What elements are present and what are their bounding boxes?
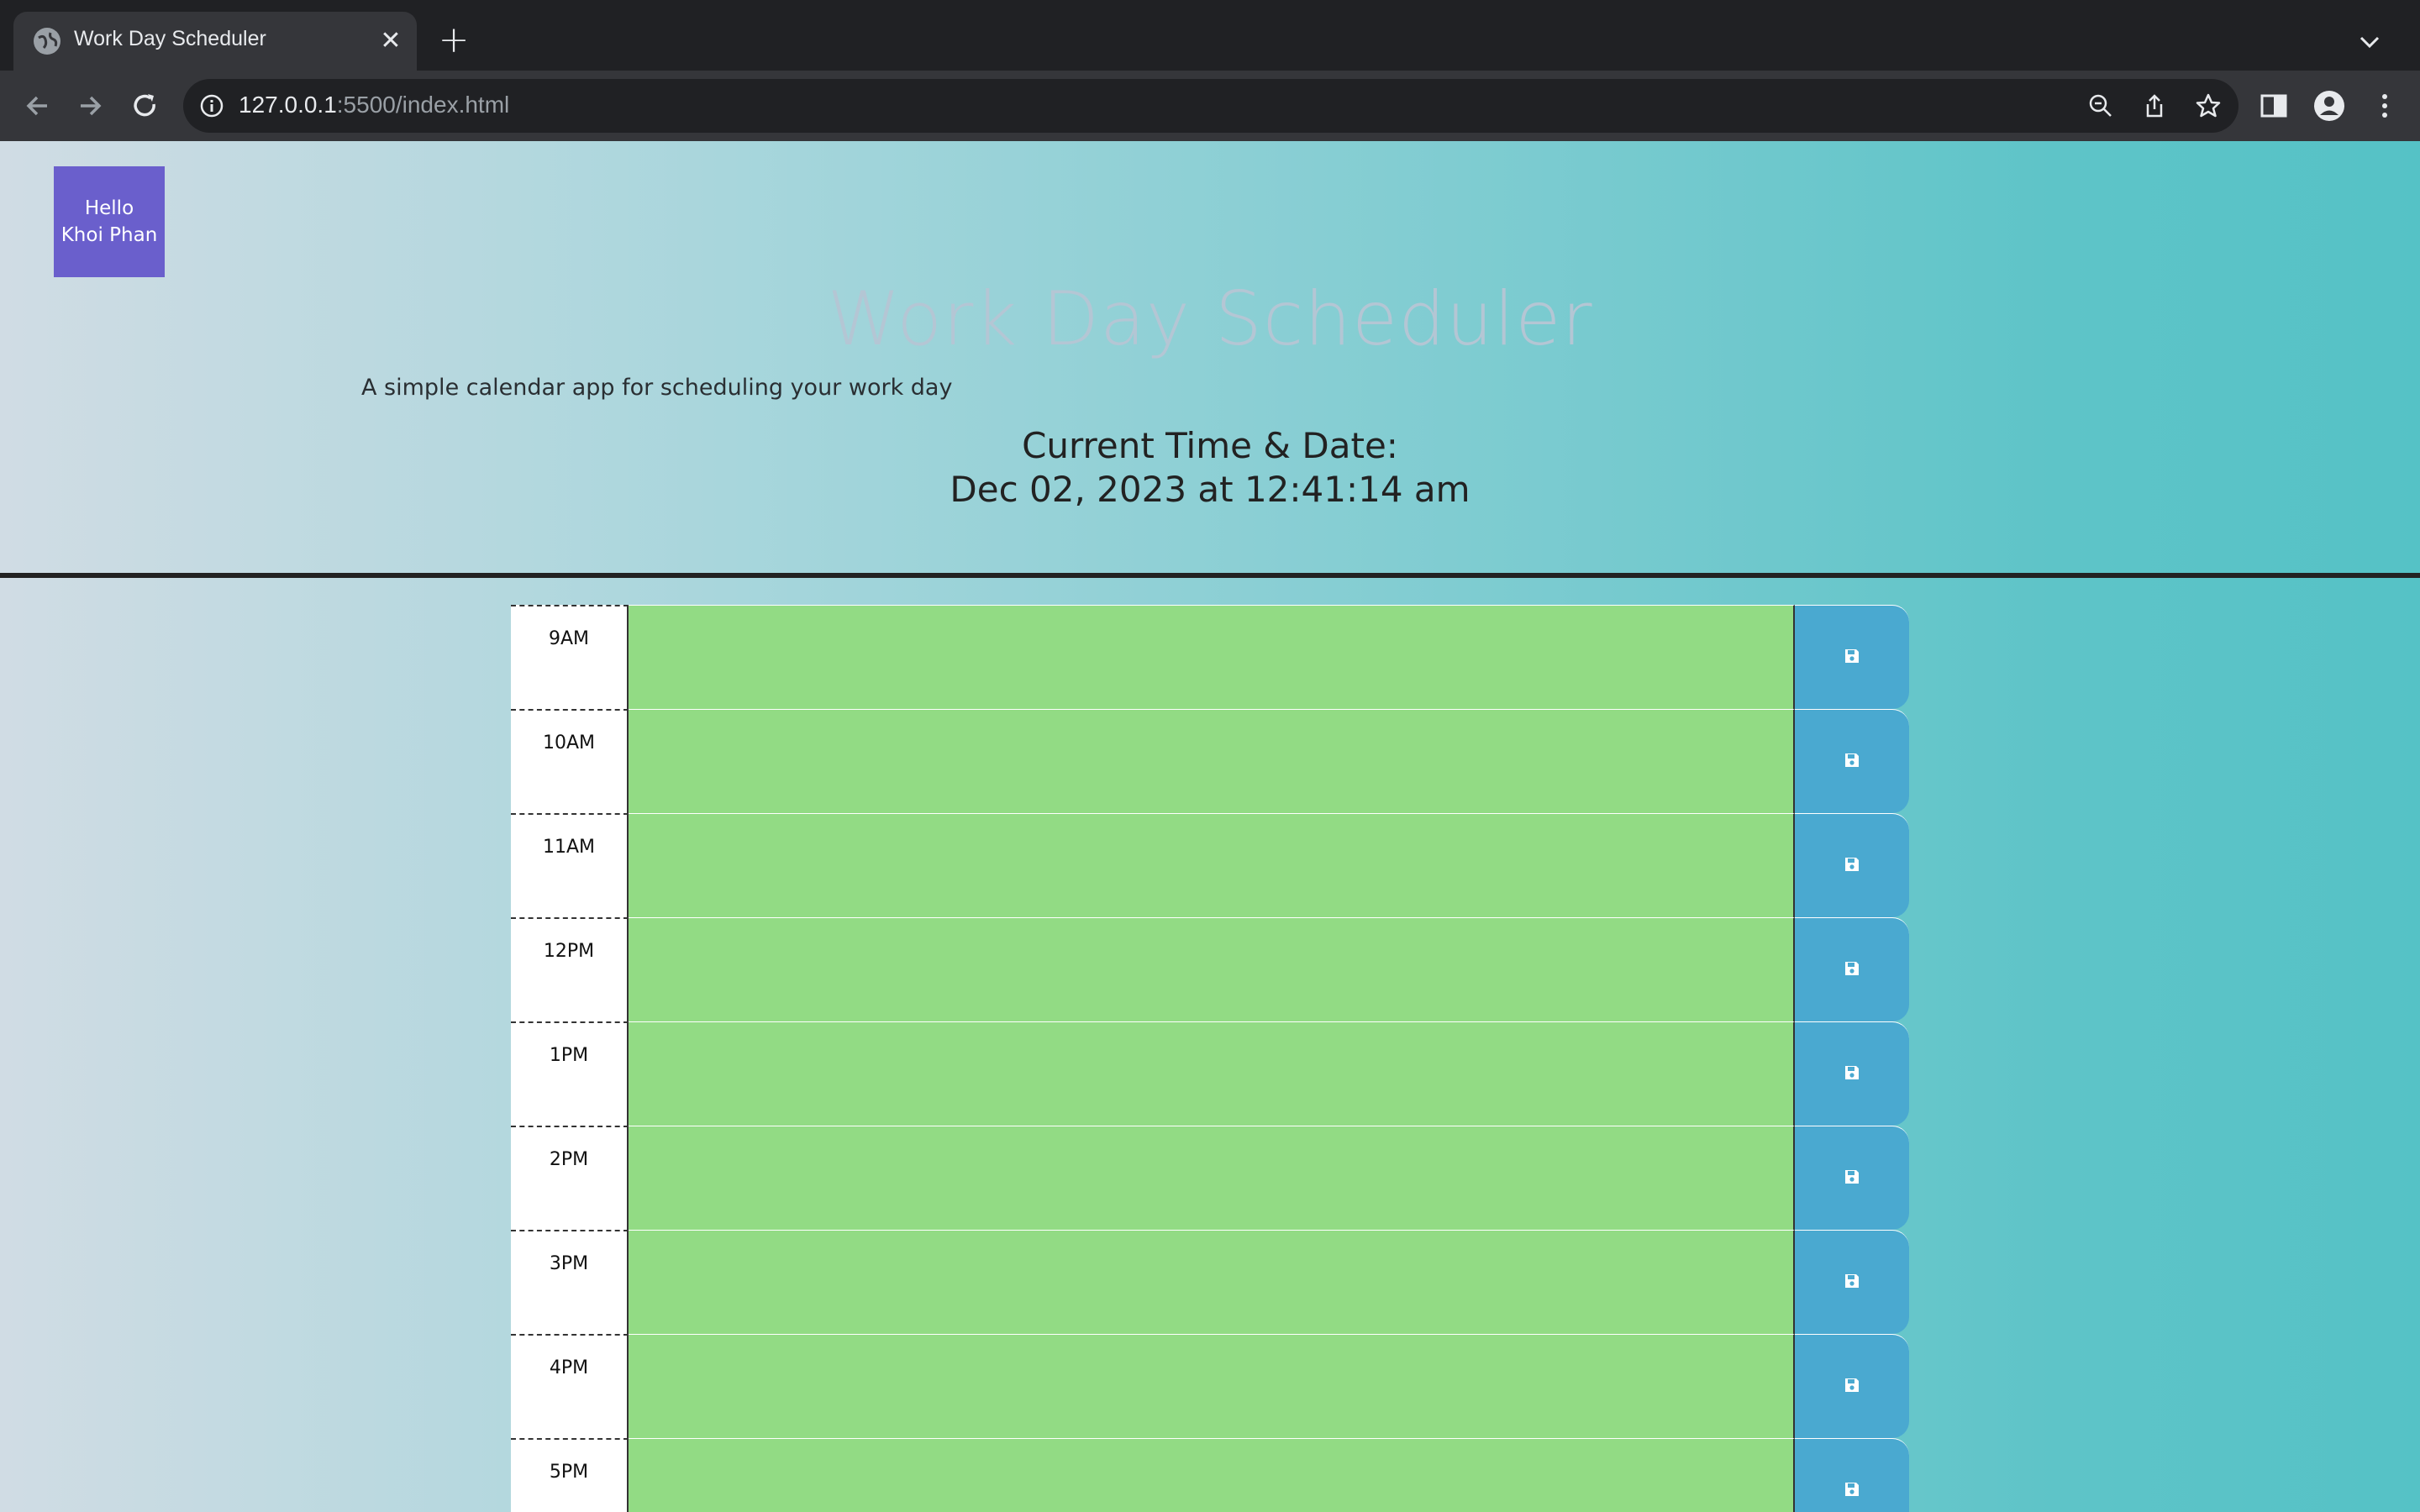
hour-label: 11AM	[511, 813, 629, 917]
event-description-textarea[interactable]	[629, 605, 1795, 709]
save-button[interactable]	[1795, 1438, 1909, 1512]
close-tab-icon[interactable]: ✕	[376, 27, 405, 55]
time-block-row: 1PM	[511, 1021, 1909, 1126]
save-button[interactable]	[1795, 605, 1909, 709]
save-button[interactable]	[1795, 1230, 1909, 1334]
event-description-textarea[interactable]	[629, 1438, 1795, 1512]
browser-toolbar: 127.0.0.1:5500/index.html	[0, 71, 2420, 141]
save-button[interactable]	[1795, 1334, 1909, 1438]
hour-label: 1PM	[511, 1021, 629, 1126]
hour-label: 5PM	[511, 1438, 629, 1512]
floppy-disk-icon	[1844, 1273, 1860, 1293]
time-block-row: 4PM	[511, 1334, 1909, 1438]
info-icon[interactable]	[198, 92, 225, 119]
chevron-down-icon[interactable]	[2353, 25, 2386, 59]
save-button[interactable]	[1795, 917, 1909, 1021]
event-description-textarea[interactable]	[629, 917, 1795, 1021]
time-block-row: 2PM	[511, 1126, 1909, 1230]
save-button[interactable]	[1795, 813, 1909, 917]
event-description-textarea[interactable]	[629, 1334, 1795, 1438]
floppy-disk-icon	[1844, 960, 1860, 980]
save-button[interactable]	[1795, 1021, 1909, 1126]
reload-icon[interactable]	[124, 86, 165, 126]
floppy-disk-icon	[1844, 1064, 1860, 1084]
floppy-disk-icon	[1844, 1377, 1860, 1397]
hour-label: 9AM	[511, 605, 629, 709]
time-block-row: 10AM	[511, 709, 1909, 813]
floppy-disk-icon	[1844, 1168, 1860, 1189]
bookmark-star-icon[interactable]	[2195, 92, 2222, 119]
hour-label: 3PM	[511, 1230, 629, 1334]
profile-avatar-icon[interactable]	[2312, 89, 2346, 123]
greeting-line-hello: Hello	[84, 197, 134, 219]
time-block-row: 12PM	[511, 917, 1909, 1021]
time-block-row: 5PM	[511, 1438, 1909, 1512]
schedule-container: 9AM 10AM 11AM 12PM 1PM 2PM 3PM 4PM 5PM	[511, 605, 1909, 1512]
page-content: Hello Khoi Phan Work Day Scheduler A sim…	[0, 141, 2420, 1512]
tab-title: Work Day Scheduler	[74, 27, 266, 50]
hour-label: 10AM	[511, 709, 629, 813]
time-block-row: 3PM	[511, 1230, 1909, 1334]
floppy-disk-icon	[1844, 856, 1860, 876]
hour-label: 4PM	[511, 1334, 629, 1438]
save-button[interactable]	[1795, 709, 1909, 813]
event-description-textarea[interactable]	[629, 1021, 1795, 1126]
greeting-user-name: Khoi Phan	[60, 224, 158, 246]
page-subtitle: A simple calendar app for scheduling you…	[361, 375, 953, 401]
greeting-badge: Hello Khoi Phan	[54, 166, 165, 277]
forward-arrow-icon[interactable]	[71, 86, 111, 126]
event-description-textarea[interactable]	[629, 709, 1795, 813]
time-block-row: 9AM	[511, 605, 1909, 709]
new-tab-icon[interactable]: +	[437, 22, 471, 59]
url-path: :5500/index.html	[336, 92, 510, 118]
time-block-row: 11AM	[511, 813, 1909, 917]
url-host: 127.0.0.1	[239, 92, 337, 118]
more-menu-icon[interactable]	[2368, 89, 2402, 123]
event-description-textarea[interactable]	[629, 1230, 1795, 1334]
url-text: 127.0.0.1:5500/index.html	[239, 92, 509, 118]
browser-tab-bar: Work Day Scheduler ✕ +	[0, 0, 2420, 71]
back-arrow-icon[interactable]	[17, 86, 57, 126]
floppy-disk-icon	[1844, 1481, 1860, 1501]
current-time-value: Dec 02, 2023 at 12:41:14 am	[950, 469, 1470, 510]
event-description-textarea[interactable]	[629, 813, 1795, 917]
floppy-disk-icon	[1844, 752, 1860, 772]
zoom-icon[interactable]	[2087, 92, 2114, 119]
browser-tab[interactable]: Work Day Scheduler ✕	[13, 12, 417, 71]
save-button[interactable]	[1795, 1126, 1909, 1230]
current-time-heading: Current Time & Date:	[1022, 425, 1398, 466]
globe-icon	[34, 28, 60, 55]
page-title: Work Day Scheduler	[827, 276, 1593, 362]
event-description-textarea[interactable]	[629, 1126, 1795, 1230]
share-icon[interactable]	[2141, 92, 2168, 119]
hour-label: 12PM	[511, 917, 629, 1021]
address-bar[interactable]: 127.0.0.1:5500/index.html	[183, 79, 2238, 133]
header-divider	[0, 573, 2420, 578]
hour-label: 2PM	[511, 1126, 629, 1230]
floppy-disk-icon	[1844, 648, 1860, 668]
side-panel-icon[interactable]	[2257, 89, 2291, 123]
